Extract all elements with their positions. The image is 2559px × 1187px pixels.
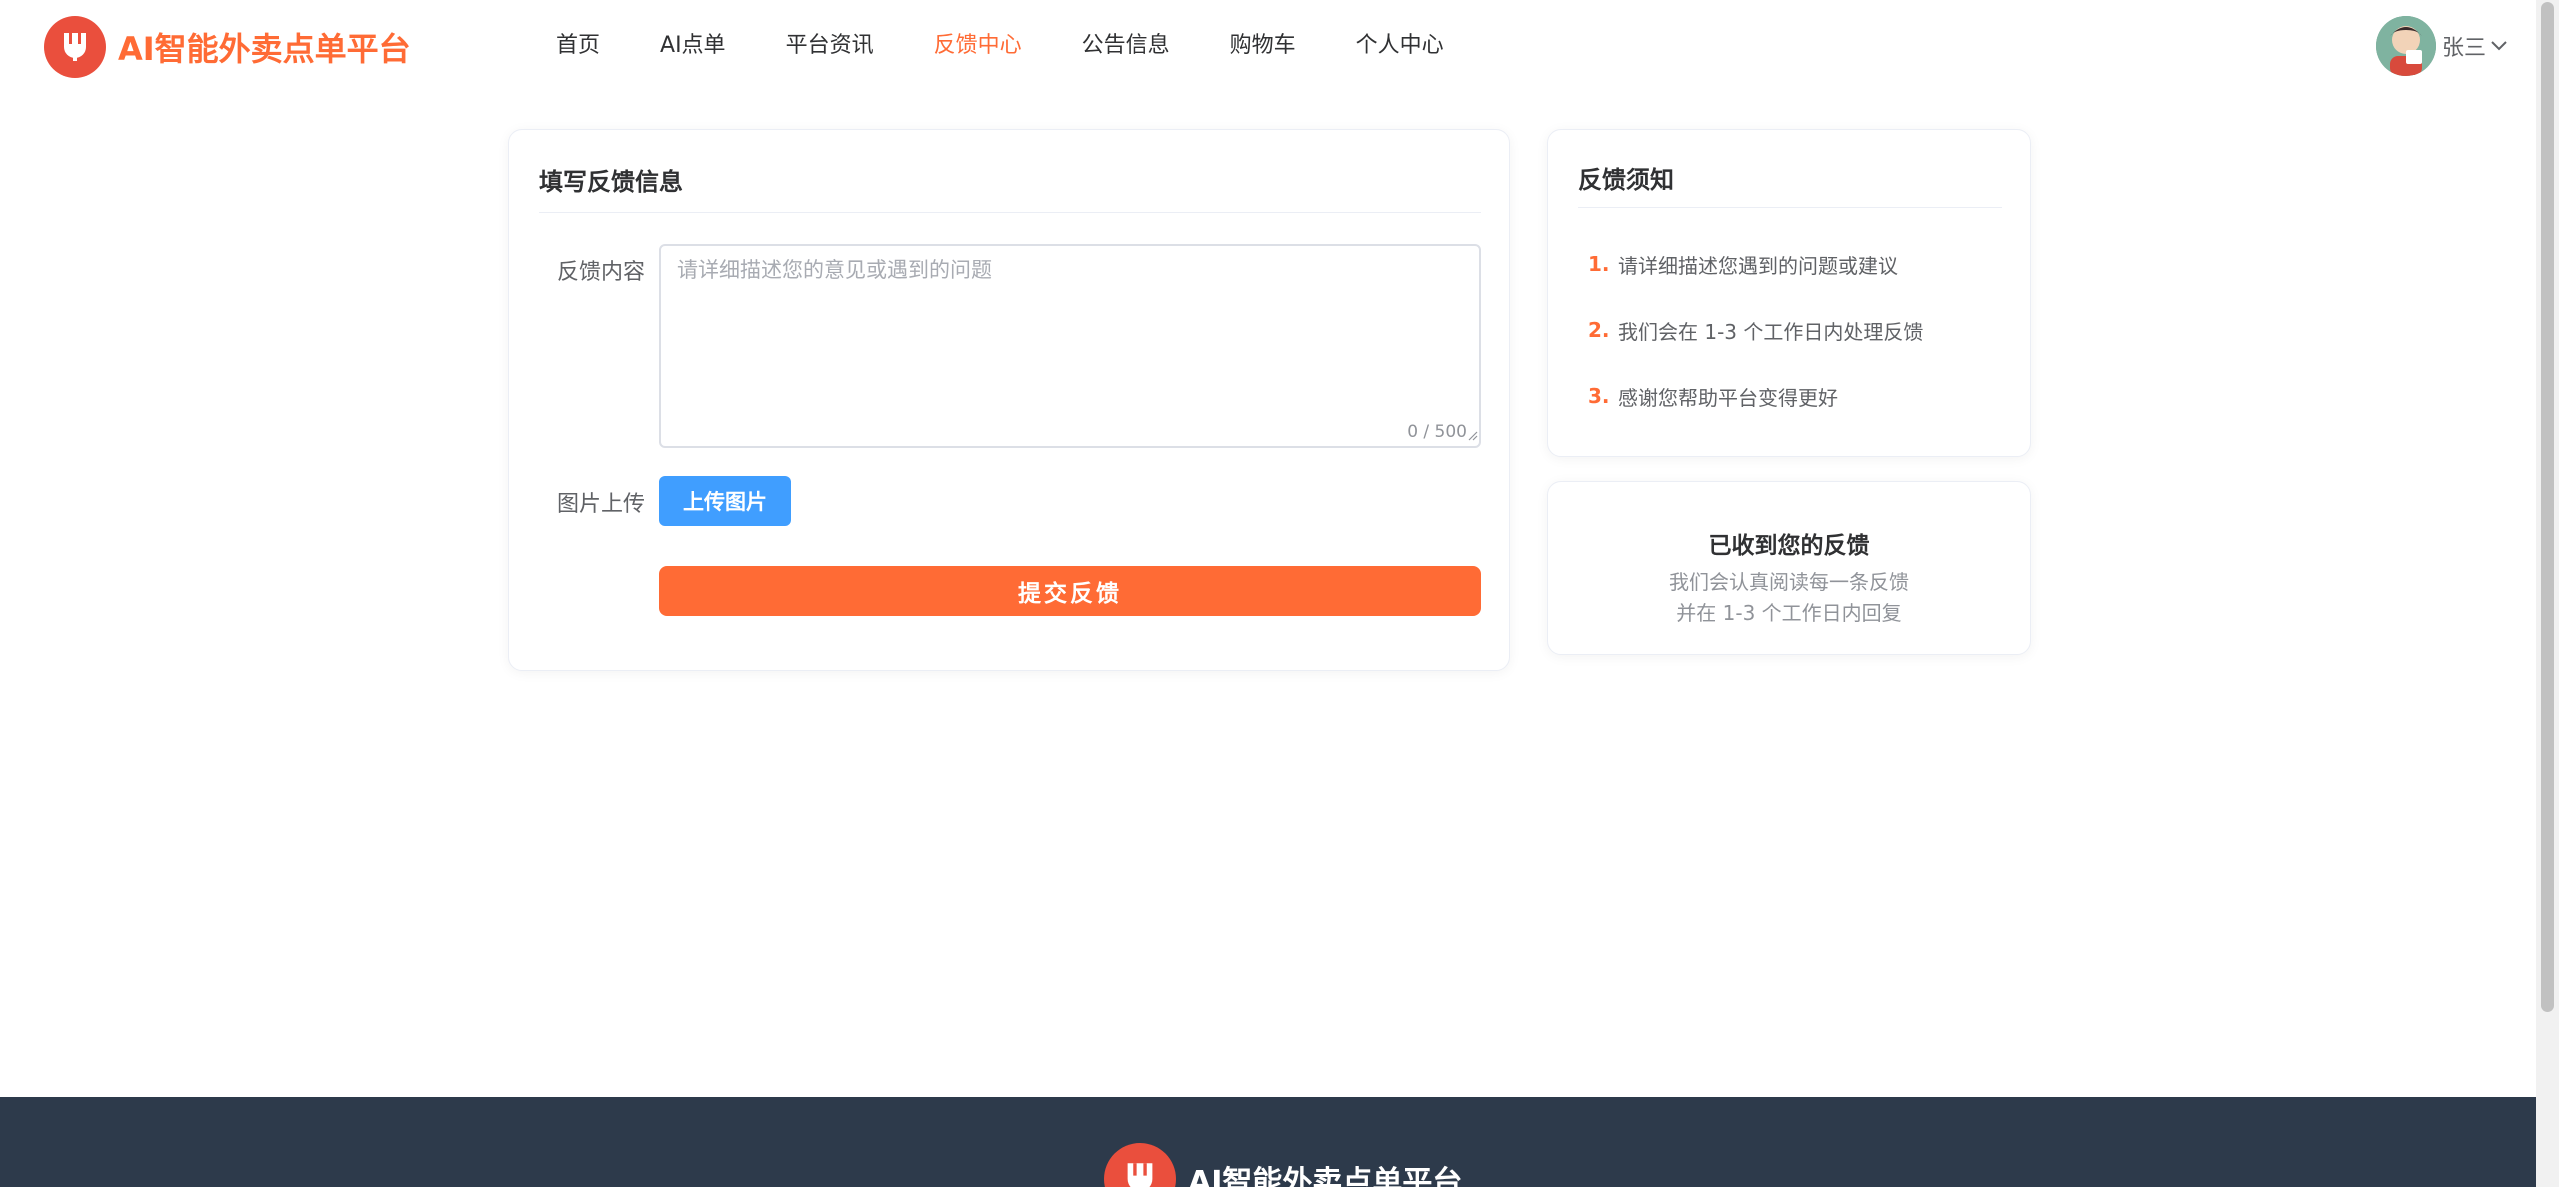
feedback-textarea[interactable]: 请详细描述您的意见或遇到的问题 0 / 500 — [659, 244, 1481, 448]
notice-text: 感谢您帮助平台变得更好 — [1618, 385, 1838, 410]
list-item: 2. 我们会在 1-3 个工作日内处理反馈 — [1588, 312, 1923, 348]
chevron-down-icon[interactable] — [2490, 37, 2508, 56]
nav-item-profile[interactable]: 个人中心 — [1326, 26, 1474, 66]
content-label: 反馈内容 — [557, 260, 646, 285]
nav-item-cart[interactable]: 购物车 — [1200, 26, 1326, 66]
feedback-form-card: 填写反馈信息 反馈内容 请详细描述您的意见或遇到的问题 0 / 500 图片上传… — [508, 129, 1510, 671]
received-line-1: 我们会认真阅读每一条反馈 — [1669, 570, 1909, 594]
received-line-2: 并在 1-3 个工作日内回复 — [1676, 601, 1902, 625]
received-title: 已收到您的反馈 — [1708, 533, 1870, 559]
nav-item-home[interactable]: 首页 — [536, 26, 630, 66]
user-menu[interactable]: 张三 — [2376, 16, 2508, 76]
resize-handle-icon[interactable] — [1468, 426, 1478, 445]
notice-number: 1. — [1588, 252, 1610, 276]
fork-icon — [44, 16, 106, 78]
username: 张三 — [2442, 36, 2487, 61]
notice-list: 1. 请详细描述您遇到的问题或建议 2. 我们会在 1-3 个工作日内处理反馈 … — [1588, 246, 1923, 444]
image-upload-label: 图片上传 — [557, 492, 646, 517]
notice-number: 2. — [1588, 318, 1610, 342]
footer-brand-name: AI智能外卖点单平台 — [1188, 1165, 1463, 1187]
feedback-received-card: 已收到您的反馈 我们会认真阅读每一条反馈 并在 1-3 个工作日内回复 — [1547, 481, 2031, 655]
top-header: AI智能外卖点单平台 首页 AI点单 平台资讯 反馈中心 公告信息 购物车 个人… — [0, 0, 2534, 92]
nav-item-news[interactable]: 平台资讯 — [756, 26, 904, 66]
nav-item-feedback[interactable]: 反馈中心 — [904, 26, 1052, 66]
divider — [1578, 207, 2002, 208]
nav-item-ai-order[interactable]: AI点单 — [630, 26, 756, 66]
nav-item-announcements[interactable]: 公告信息 — [1052, 26, 1200, 66]
notice-title: 反馈须知 — [1578, 166, 1674, 194]
footer-brand: AI智能外卖点单平台 — [1104, 1143, 1462, 1187]
char-counter: 0 / 500 — [1407, 422, 1467, 442]
list-item: 3. 感谢您帮助平台变得更好 — [1588, 378, 1923, 414]
notice-number: 3. — [1588, 384, 1610, 408]
feedback-notice-card: 反馈须知 1. 请详细描述您遇到的问题或建议 2. 我们会在 1-3 个工作日内… — [1547, 129, 2031, 457]
main-nav: 首页 AI点单 平台资讯 反馈中心 公告信息 购物车 个人中心 — [536, 26, 1474, 66]
submit-feedback-button[interactable]: 提交反馈 — [659, 566, 1481, 616]
textarea-placeholder: 请详细描述您的意见或遇到的问题 — [677, 258, 992, 282]
avatar[interactable] — [2376, 16, 2436, 76]
brand-name: AI智能外卖点单平台 — [118, 30, 411, 68]
brand-logo[interactable]: AI智能外卖点单平台 — [44, 16, 411, 78]
upload-image-button[interactable]: 上传图片 — [659, 476, 791, 526]
scrollbar-thumb[interactable] — [2541, 2, 2554, 1012]
notice-text: 我们会在 1-3 个工作日内处理反馈 — [1618, 319, 1924, 344]
form-title: 填写反馈信息 — [539, 168, 683, 196]
list-item: 1. 请详细描述您遇到的问题或建议 — [1588, 246, 1923, 282]
divider — [539, 212, 1481, 213]
page-footer: AI智能外卖点单平台 — [0, 1097, 2536, 1187]
fork-icon — [1104, 1143, 1176, 1187]
notice-text: 请详细描述您遇到的问题或建议 — [1618, 253, 1898, 278]
